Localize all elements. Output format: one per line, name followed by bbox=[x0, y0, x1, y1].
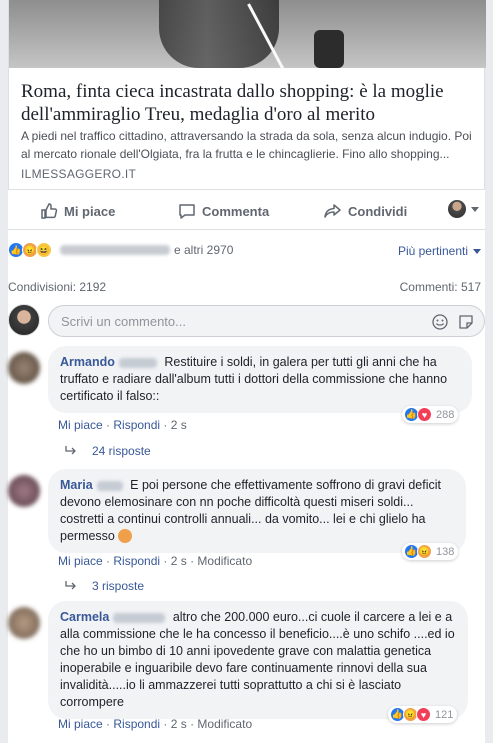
post-as-selector[interactable] bbox=[448, 200, 479, 218]
reactions-summary[interactable]: 👍 😠 😆 e altri 2970 bbox=[8, 242, 233, 258]
article-source: ILMESSAGGERO.IT bbox=[21, 167, 137, 181]
chevron-down-icon bbox=[473, 248, 481, 254]
comment-reactions[interactable]: 👍 😠 ♥ 121 bbox=[388, 706, 458, 723]
comment-modified[interactable]: Modificato bbox=[197, 554, 252, 568]
blurred-surname bbox=[96, 480, 123, 491]
comment-like-link[interactable]: Mi piace bbox=[58, 717, 103, 731]
angry-emoji-icon bbox=[118, 528, 133, 543]
comment-like-link[interactable]: Mi piace bbox=[58, 418, 103, 432]
image-detail bbox=[314, 30, 344, 68]
comment-author[interactable]: Armando bbox=[60, 355, 115, 369]
comment-author[interactable]: Maria bbox=[60, 478, 93, 492]
comment-reactions[interactable]: 👍 😠 138 bbox=[402, 543, 459, 560]
article-title[interactable]: Roma, finta cieca incastrata dallo shopp… bbox=[21, 80, 481, 126]
comments-list: Armando Restituire i soldi, in galera pe… bbox=[8, 340, 485, 743]
post-action-bar: Mi piace Commenta Condividi bbox=[8, 190, 485, 230]
avatar[interactable] bbox=[8, 607, 40, 639]
comment-meta: Mi piace · Rispondi · 2 s bbox=[58, 418, 187, 432]
avatar[interactable] bbox=[8, 475, 40, 507]
chevron-down-icon bbox=[471, 206, 479, 212]
comment-button[interactable]: Commenta bbox=[178, 200, 269, 222]
reactions-count: 138 bbox=[436, 545, 455, 558]
article-image[interactable] bbox=[9, 0, 486, 68]
love-reaction-icon: ♥ bbox=[417, 407, 432, 422]
comment-item: Armando Restituire i soldi, in galera pe… bbox=[8, 340, 485, 465]
view-replies-link[interactable]: 3 risposte bbox=[64, 579, 144, 593]
comment-item: Carmela altro che 200.000 euro...ci cuol… bbox=[8, 595, 485, 743]
comment-meta: Mi piace · Rispondi · 2 s · Modificato bbox=[58, 717, 253, 731]
comment-text: altro che 200.000 euro...ci cuole il car… bbox=[60, 610, 455, 709]
comment-like-link[interactable]: Mi piace bbox=[58, 554, 103, 568]
link-preview-card[interactable]: Roma, finta cieca incastrata dallo shopp… bbox=[8, 0, 486, 190]
avatar bbox=[8, 304, 40, 336]
love-reaction-icon: ♥ bbox=[416, 707, 431, 722]
angry-reaction-icon: 😠 bbox=[417, 544, 432, 559]
blurred-surname bbox=[118, 357, 157, 368]
comment-time[interactable]: 2 s bbox=[171, 418, 187, 432]
replies-count: 24 risposte bbox=[92, 444, 151, 458]
reactions-count: 121 bbox=[435, 708, 454, 721]
reply-arrow-icon bbox=[65, 581, 76, 590]
comment-bubble: Carmela altro che 200.000 euro...ci cuol… bbox=[48, 601, 468, 719]
share-label: Condividi bbox=[348, 203, 408, 219]
image-figure bbox=[159, 0, 279, 68]
comment-meta: Mi piace · Rispondi · 2 s · Modificato bbox=[58, 554, 253, 568]
reactions-count: 288 bbox=[436, 408, 455, 421]
thumbs-up-icon bbox=[41, 203, 58, 219]
reactions-others: e altri 2970 bbox=[174, 243, 234, 257]
comment-time[interactable]: 2 s bbox=[171, 554, 187, 568]
article-description: A piedi nel traffico cittadino, attraver… bbox=[21, 129, 472, 161]
comment-reactions[interactable]: 👍 ♥ 288 bbox=[402, 406, 459, 423]
sticker-icon[interactable] bbox=[458, 314, 474, 330]
comment-bubble: Maria E poi persone che effettivamente s… bbox=[48, 469, 466, 553]
reply-arrow-icon bbox=[65, 446, 76, 455]
haha-reaction-icon: 😆 bbox=[36, 242, 52, 258]
shares-count[interactable]: Condivisioni: 2192 bbox=[8, 280, 106, 294]
comment-reply-link[interactable]: Rispondi bbox=[113, 554, 160, 568]
like-label: Mi piace bbox=[64, 203, 116, 219]
comment-author[interactable]: Carmela bbox=[60, 610, 109, 624]
comment-bubble: Armando Restituire i soldi, in galera pe… bbox=[48, 346, 472, 413]
share-arrow-icon bbox=[324, 204, 341, 218]
comment-composer: Scrivi un commento... bbox=[8, 304, 485, 340]
avatar bbox=[448, 200, 466, 218]
comment-modified[interactable]: Modificato bbox=[197, 717, 252, 731]
comment-placeholder: Scrivi un commento... bbox=[61, 314, 186, 329]
sort-label: Più pertinenti bbox=[397, 244, 468, 258]
comments-count[interactable]: Commenti: 517 bbox=[400, 280, 481, 294]
comment-time[interactable]: 2 s bbox=[171, 717, 187, 731]
sort-comments-dropdown[interactable]: Più pertinenti bbox=[398, 244, 481, 258]
comment-label: Commenta bbox=[202, 203, 270, 219]
composer-tools bbox=[432, 314, 474, 330]
comment-input[interactable]: Scrivi un commento... bbox=[48, 305, 485, 337]
emoji-icon[interactable] bbox=[432, 314, 448, 330]
comment-icon bbox=[179, 204, 195, 219]
comment-item: Maria E poi persone che effettivamente s… bbox=[8, 463, 485, 595]
replies-count: 3 risposte bbox=[92, 579, 145, 593]
comment-reply-link[interactable]: Rispondi bbox=[113, 717, 160, 731]
share-button[interactable]: Condividi bbox=[324, 200, 407, 222]
like-button[interactable]: Mi piace bbox=[40, 200, 115, 222]
blurred-names bbox=[60, 245, 170, 255]
comment-reply-link[interactable]: Rispondi bbox=[113, 418, 160, 432]
view-replies-link[interactable]: 24 risposte bbox=[64, 444, 151, 458]
blurred-surname bbox=[113, 612, 166, 623]
avatar[interactable] bbox=[8, 352, 40, 384]
